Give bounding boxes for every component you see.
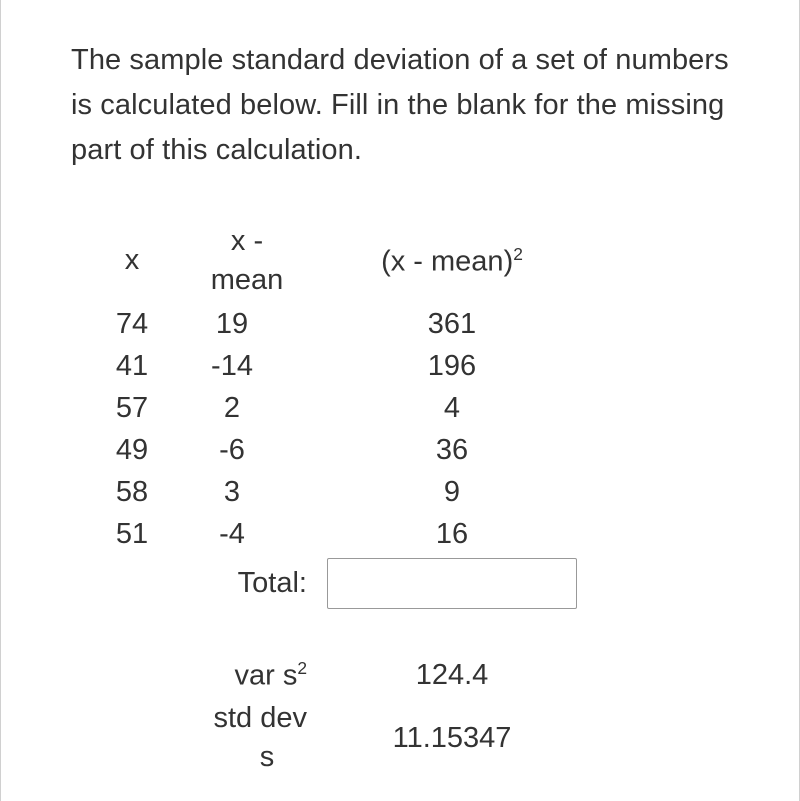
- empty-cell: [87, 612, 177, 654]
- var-label-exponent: 2: [297, 658, 307, 678]
- table-cell-xmean: 3: [177, 471, 317, 513]
- table-cell-xmean: 19: [177, 303, 317, 345]
- header-sq-prefix: (x - mean): [381, 245, 513, 277]
- table-cell-sq: 16: [317, 513, 587, 555]
- table-cell-x: 57: [87, 387, 177, 429]
- stddev-label-line1: std dev: [214, 699, 308, 738]
- header-sq-exponent: 2: [513, 244, 523, 264]
- table-cell-sq: 9: [317, 471, 587, 513]
- table-cell-x: 74: [87, 303, 177, 345]
- table-cell-sq: 36: [317, 429, 587, 471]
- empty-cell: [87, 654, 177, 696]
- empty-cell: [87, 696, 177, 780]
- table-cell-xmean: -14: [177, 345, 317, 387]
- stddev-value: 11.15347: [317, 696, 587, 780]
- empty-cell: [177, 612, 317, 654]
- table-cell-x: 58: [87, 471, 177, 513]
- header-x: x: [87, 219, 177, 303]
- table-cell-sq: 4: [317, 387, 587, 429]
- total-input[interactable]: [327, 558, 577, 609]
- table-cell-x: 41: [87, 345, 177, 387]
- var-label-prefix: var s: [234, 659, 297, 691]
- header-squared-deviation: (x - mean)2: [317, 219, 587, 303]
- total-label: Total:: [177, 555, 317, 612]
- empty-cell: [87, 555, 177, 612]
- table-cell-x: 51: [87, 513, 177, 555]
- variance-value: 124.4: [317, 654, 587, 696]
- table-cell-sq: 361: [317, 303, 587, 345]
- header-xmean-line2: mean: [211, 261, 284, 300]
- stddev-label: std dev s: [177, 696, 317, 780]
- empty-cell: [317, 612, 587, 654]
- calculation-table: x x - mean (x - mean)2 74 19 361 41 -14 …: [87, 219, 739, 781]
- stddev-label-line2: s: [210, 738, 275, 777]
- question-prompt: The sample standard deviation of a set o…: [71, 38, 739, 173]
- question-container: The sample standard deviation of a set o…: [0, 0, 800, 801]
- header-x-minus-mean: x - mean: [177, 219, 317, 303]
- table-cell-xmean: -6: [177, 429, 317, 471]
- table-cell-sq: 196: [317, 345, 587, 387]
- header-xmean-line1: x -: [231, 222, 263, 261]
- variance-label: var s2: [177, 654, 317, 696]
- table-cell-xmean: -4: [177, 513, 317, 555]
- table-cell-x: 49: [87, 429, 177, 471]
- total-input-cell: [317, 555, 587, 612]
- table-cell-xmean: 2: [177, 387, 317, 429]
